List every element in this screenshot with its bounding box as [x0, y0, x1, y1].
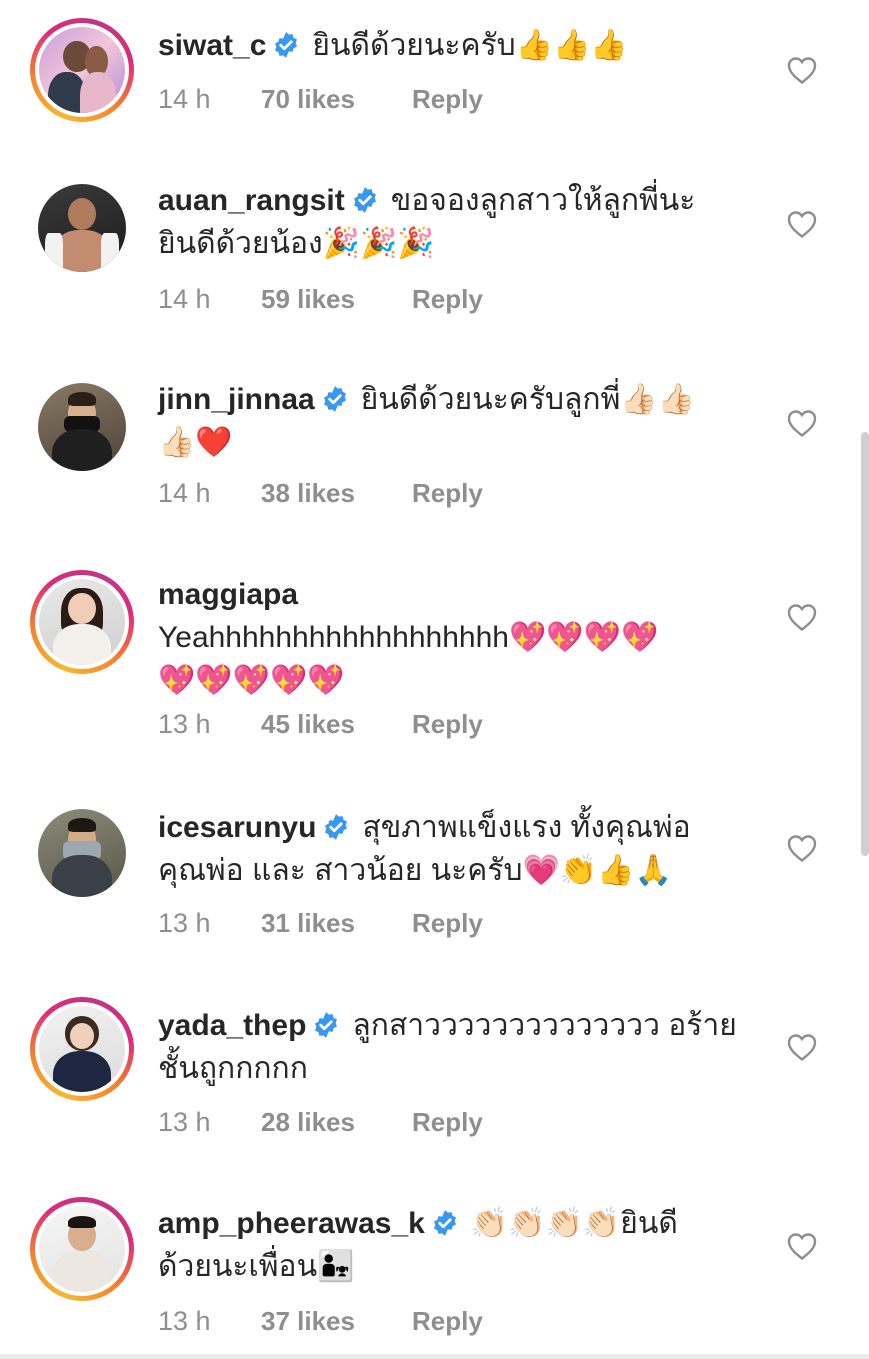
comment-meta: 14 h 59 likes Reply — [158, 282, 483, 316]
heart-outline-icon[interactable] — [786, 55, 818, 85]
comment-time: 14 h — [158, 284, 211, 314]
comment-time: 13 h — [158, 1107, 211, 1137]
avatar[interactable] — [30, 997, 134, 1101]
likes-count[interactable]: 38 likes — [261, 476, 412, 510]
reply-button[interactable]: Reply — [412, 1304, 483, 1338]
comment-time: 13 h — [158, 908, 211, 938]
verified-badge-icon — [433, 1210, 456, 1236]
comment-line: คุณพ่อ และ สาวน้อย นะครับ💗👏👍🙏 — [158, 854, 672, 887]
likes-count[interactable]: 31 likes — [261, 906, 412, 940]
reply-button[interactable]: Reply — [412, 906, 483, 940]
comment-line: 👏🏻👏🏻👏🏻👏🏻ยินดี — [470, 1207, 678, 1240]
comment-time: 14 h — [158, 84, 211, 114]
likes-count[interactable]: 45 likes — [261, 707, 412, 741]
comment-line: 💖💖💖💖💖 — [158, 664, 345, 697]
comment-line: ยินดีด้วยนะครับ👍👍👍 — [312, 29, 628, 62]
verified-badge-icon — [325, 814, 348, 840]
comment-meta: 14 h 70 likes Reply — [158, 82, 483, 116]
avatar[interactable] — [30, 1197, 134, 1301]
comment-time: 13 h — [158, 1306, 211, 1336]
comment-meta: 14 h 38 likes Reply — [158, 476, 483, 510]
avatar[interactable] — [30, 375, 134, 479]
scrollbar[interactable] — [861, 432, 869, 856]
verified-badge-icon — [315, 1012, 338, 1038]
avatar[interactable] — [30, 176, 134, 280]
likes-count[interactable]: 59 likes — [261, 282, 412, 316]
comment-username[interactable]: siwat_c — [158, 29, 266, 62]
comment-text: yada_thep ลูกสาวววววววววววววว อร้าย ชั้นถ… — [158, 1004, 779, 1090]
heart-outline-icon[interactable] — [786, 1032, 818, 1062]
likes-count[interactable]: 37 likes — [261, 1304, 412, 1338]
verified-badge-icon — [323, 386, 346, 412]
comment-line: ยินดีด้วยน้อง🎉🎉🎉 — [158, 227, 435, 260]
comment-text: auan_rangsit ขอจองลูกสาวให้ลูกพี่นะ ยินดี… — [158, 179, 779, 265]
heart-outline-icon[interactable] — [786, 408, 818, 438]
likes-count[interactable]: 70 likes — [261, 82, 412, 116]
comment-line: 👍🏻❤️ — [158, 426, 233, 459]
comment-text: jinn_jinnaa ยินดีด้วยนะครับลูกพี่👍🏻👍🏻 👍🏻❤… — [158, 378, 779, 464]
heart-outline-icon[interactable] — [786, 833, 818, 863]
comment-line: ด้วยนะเพื่อน👨‍👧 — [158, 1250, 355, 1283]
comment-meta: 13 h 31 likes Reply — [158, 906, 483, 940]
reply-button[interactable]: Reply — [412, 82, 483, 116]
avatar[interactable] — [30, 801, 134, 905]
heart-outline-icon[interactable] — [786, 209, 818, 239]
avatar[interactable] — [30, 570, 134, 674]
comment-line: ยินดีด้วยนะครับลูกพี่👍🏻👍🏻 — [360, 383, 696, 416]
reply-button[interactable]: Reply — [412, 476, 483, 510]
comment-line: Yeahhhhhhhhhhhhhhhhhh💖💖💖💖 — [158, 621, 659, 654]
comment-line: ลูกสาวววววววววววววว อร้าย — [352, 1009, 737, 1042]
comment-line: สุขภาพแข็งแรง ทั้งคุณพ่อ — [362, 811, 691, 844]
comment-text: siwat_c ยินดีด้วยนะครับ👍👍👍 — [158, 24, 779, 67]
comment-meta: 13 h 37 likes Reply — [158, 1304, 483, 1338]
comment-text: amp_pheerawas_k 👏🏻👏🏻👏🏻👏🏻ยินดี ด้วยนะเพื่อ… — [158, 1202, 779, 1288]
comment-username[interactable]: jinn_jinnaa — [158, 383, 315, 416]
avatar[interactable] — [30, 18, 134, 122]
likes-count[interactable]: 28 likes — [261, 1105, 412, 1139]
reply-button[interactable]: Reply — [412, 1105, 483, 1139]
heart-outline-icon[interactable] — [786, 1231, 818, 1261]
divider — [0, 1354, 869, 1359]
comment-time: 13 h — [158, 709, 211, 739]
heart-outline-icon[interactable] — [786, 602, 818, 632]
comment-text: maggiapa Yeahhhhhhhhhhhhhhhhhh💖💖💖💖 💖💖💖💖💖 — [158, 573, 779, 702]
comment-line: ขอจองลูกสาวให้ลูกพี่นะ — [390, 184, 696, 217]
verified-badge-icon — [275, 32, 298, 58]
reply-button[interactable]: Reply — [412, 707, 483, 741]
comment-username[interactable]: yada_thep — [158, 1009, 306, 1042]
comment-time: 14 h — [158, 478, 211, 508]
comment-meta: 13 h 28 likes Reply — [158, 1105, 483, 1139]
comment-username[interactable]: icesarunyu — [158, 811, 316, 844]
comment-username[interactable]: auan_rangsit — [158, 184, 345, 217]
comment-line: ชั้นถูกกกกก — [158, 1052, 308, 1085]
comment-username[interactable]: maggiapa — [158, 578, 298, 611]
reply-button[interactable]: Reply — [412, 282, 483, 316]
verified-badge-icon — [353, 187, 376, 213]
comment-username[interactable]: amp_pheerawas_k — [158, 1207, 425, 1240]
comment-meta: 13 h 45 likes Reply — [158, 707, 483, 741]
comment-text: icesarunyu สุขภาพแข็งแรง ทั้งคุณพ่อ คุณพ่… — [158, 806, 779, 892]
